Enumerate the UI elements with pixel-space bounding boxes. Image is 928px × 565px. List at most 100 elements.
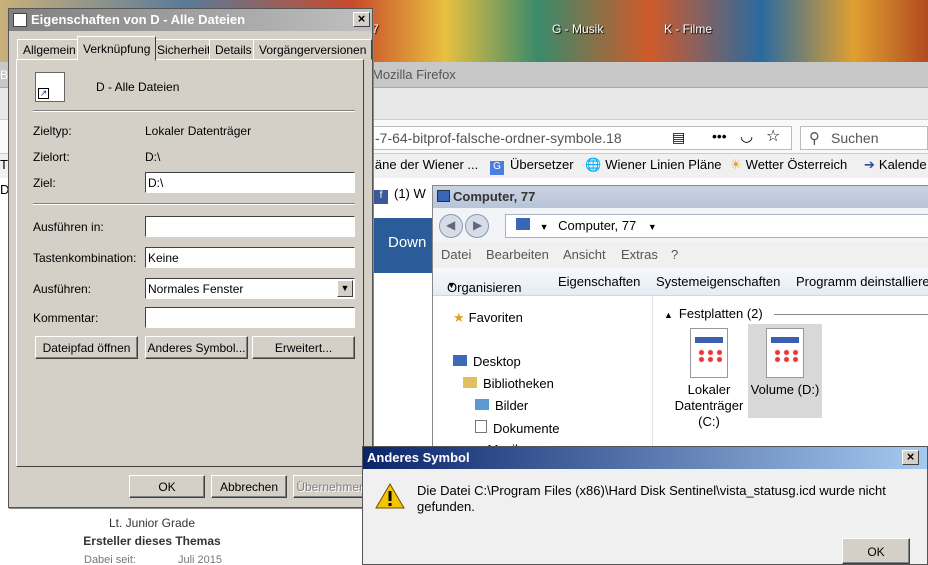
chevron-down-icon[interactable]: ▼ [337,280,353,297]
tab-verknuepfung[interactable]: Verknüpfung [77,36,157,61]
tab-allgemein[interactable]: Allgemein [17,39,82,60]
error-message: Die Datei C:\Program Files (x86)\Hard Di… [417,483,886,514]
desktop-icon-7[interactable]: 7 [372,22,379,36]
shortcut-arrow-icon: ↗ [38,88,49,99]
search-icon: ⚲ [809,130,820,147]
close-button[interactable]: × [902,450,919,465]
run-select[interactable]: Normales Fenster ▼ [145,278,355,299]
desktop-icon-filme[interactable]: K - Filme [664,22,712,36]
target-label: Ziel: [33,176,56,190]
file-pane: ▲ Festplatten (2) Lokaler Datenträger (C:… [654,296,928,448]
tab-sicherheit[interactable]: Sicherheit [151,39,217,60]
explorer-menubar: Datei Bearbeiten Ansicht Extras ? [433,242,928,268]
target-field[interactable]: D:\ [145,172,355,193]
nav-libraries[interactable]: Bibliotheken [463,376,554,391]
forum-user-card: Lt. Junior Grade Ersteller dieses Themas… [72,508,232,565]
error-ok-button[interactable]: OK [842,538,910,564]
start-in-field[interactable] [145,216,355,237]
folder-icon [463,377,477,388]
error-titlebar: Anderes Symbol × [363,447,927,469]
close-icon: × [357,11,366,26]
close-button[interactable]: × [353,12,370,27]
advanced-button[interactable]: Erweitert... [252,336,355,359]
user-since-value: Juli 2015 [178,554,223,565]
bookmark-wiener-linien[interactable]: 🌐 Wiener Linien Pläne [585,157,722,173]
shortcut-panel: ↗ D - Alle Dateien Zieltyp: Lokaler Date… [16,59,364,467]
bookmark-wetter[interactable]: ☀ Wetter Österreich [730,157,847,173]
user-role: Ersteller dieses Themas [83,534,221,548]
search-input[interactable]: ⚲ Suchen [800,126,928,150]
shortcut-file-icon: ↗ [35,72,65,102]
menu-help[interactable]: ? [671,247,678,262]
url-bar[interactable]: -7-64-bitprof-falsche-ordner-symbole.18 [372,126,792,150]
back-button[interactable]: ◀ [439,214,463,238]
menu-bearbeiten[interactable]: Bearbeiten [486,247,549,262]
chevron-down-icon: ▼ [447,280,456,290]
close-icon: × [906,449,915,464]
computer-icon [516,218,530,230]
nav-documents[interactable]: Dokumente [475,420,559,436]
ok-button[interactable]: OK [129,475,205,498]
menu-extras[interactable]: Extras [621,247,658,262]
target-location-label: Zielort: [33,150,70,164]
arrow-right-icon: ▶ [473,218,483,232]
group-header[interactable]: ▲ Festplatten (2) [664,306,763,321]
drive-icon [766,328,804,378]
globe-icon: 🌐 [585,157,602,172]
page-tab-fragment[interactable]: f (1) W [374,186,426,204]
target-location-value: D:\ [145,150,161,164]
system-properties-button[interactable]: Systemeigenschaften [656,274,780,289]
run-label: Ausführen: [33,282,92,296]
properties-button[interactable]: Eigenschaften [558,274,640,289]
menu-datei[interactable]: Datei [441,247,471,262]
shortcut-name: D - Alle Dateien [96,80,180,94]
bookmark-star-icon[interactable]: ☆ [766,126,780,146]
address-bar[interactable]: ▼ Computer, 77 ▼ [505,214,928,238]
chevron-down-icon[interactable]: ▼ [648,222,657,232]
forward-button[interactable]: ▶ [465,214,489,238]
separator [33,203,355,205]
bookmark-uebersetzer[interactable]: G Übersetzer [490,157,574,175]
pocket-icon[interactable]: ◡ [740,127,753,145]
nav-favorites[interactable]: ★ Favoriten [453,310,523,326]
hotkey-label: Tastenkombination: [33,251,137,265]
menu-ansicht[interactable]: Ansicht [563,247,606,262]
drive-d[interactable]: Volume (D:) [748,324,822,418]
firefox-title: Mozilla Firefox [372,67,456,82]
open-location-button[interactable]: Dateipfad öffnen [35,336,138,359]
drive-icon [690,328,728,378]
nav-pictures[interactable]: Bilder [475,398,528,413]
bookmark-kalender[interactable]: ➔ Kalende [864,157,927,173]
change-icon-button[interactable]: Anderes Symbol... [145,336,248,359]
target-type-value: Lokaler Datenträger [145,124,252,138]
navigation-pane: ★ Favoriten Desktop Bibliotheken Bilder D… [433,296,653,457]
document-icon [475,420,487,433]
comment-field[interactable] [145,307,355,328]
reader-view-icon[interactable]: ▤ [672,129,685,146]
cancel-button[interactable]: Abbrechen [211,475,287,498]
tab-details[interactable]: Details [209,39,258,60]
drive-c[interactable]: Lokaler Datenträger (C:) [674,328,744,430]
error-dialog: Anderes Symbol × Die Datei C:\Program Fi… [362,446,928,565]
tab-vorgaengerversionen[interactable]: Vorgängerversionen [253,39,373,60]
desktop-icon-musik[interactable]: G - Musik [552,22,603,36]
pictures-icon [475,399,489,410]
properties-dialog: Eigenschaften von D - Alle Dateien × All… [8,8,373,508]
warning-icon [375,483,405,509]
nav-desktop[interactable]: Desktop [453,354,521,369]
start-in-label: Ausführen in: [33,220,104,234]
properties-titlebar: Eigenschaften von D - Alle Dateien × [9,9,372,31]
error-title: Anderes Symbol [367,450,470,465]
bookmark-wiener[interactable]: läne der Wiener ... [372,157,478,172]
comment-label: Kommentar: [33,311,99,325]
apply-button[interactable]: Übernehmen [293,475,369,498]
user-since-label: Dabei seit: [84,554,136,565]
computer-icon [437,190,450,202]
translate-icon: G [490,161,504,175]
page-actions-icon[interactable]: ••• [712,128,727,144]
weather-icon: ☀ [730,157,742,172]
hotkey-field[interactable]: Keine [145,247,355,268]
download-banner[interactable]: Down [372,218,432,273]
uninstall-button[interactable]: Programm deinstalliere [796,274,928,289]
chevron-down-icon[interactable]: ▼ [540,222,549,232]
